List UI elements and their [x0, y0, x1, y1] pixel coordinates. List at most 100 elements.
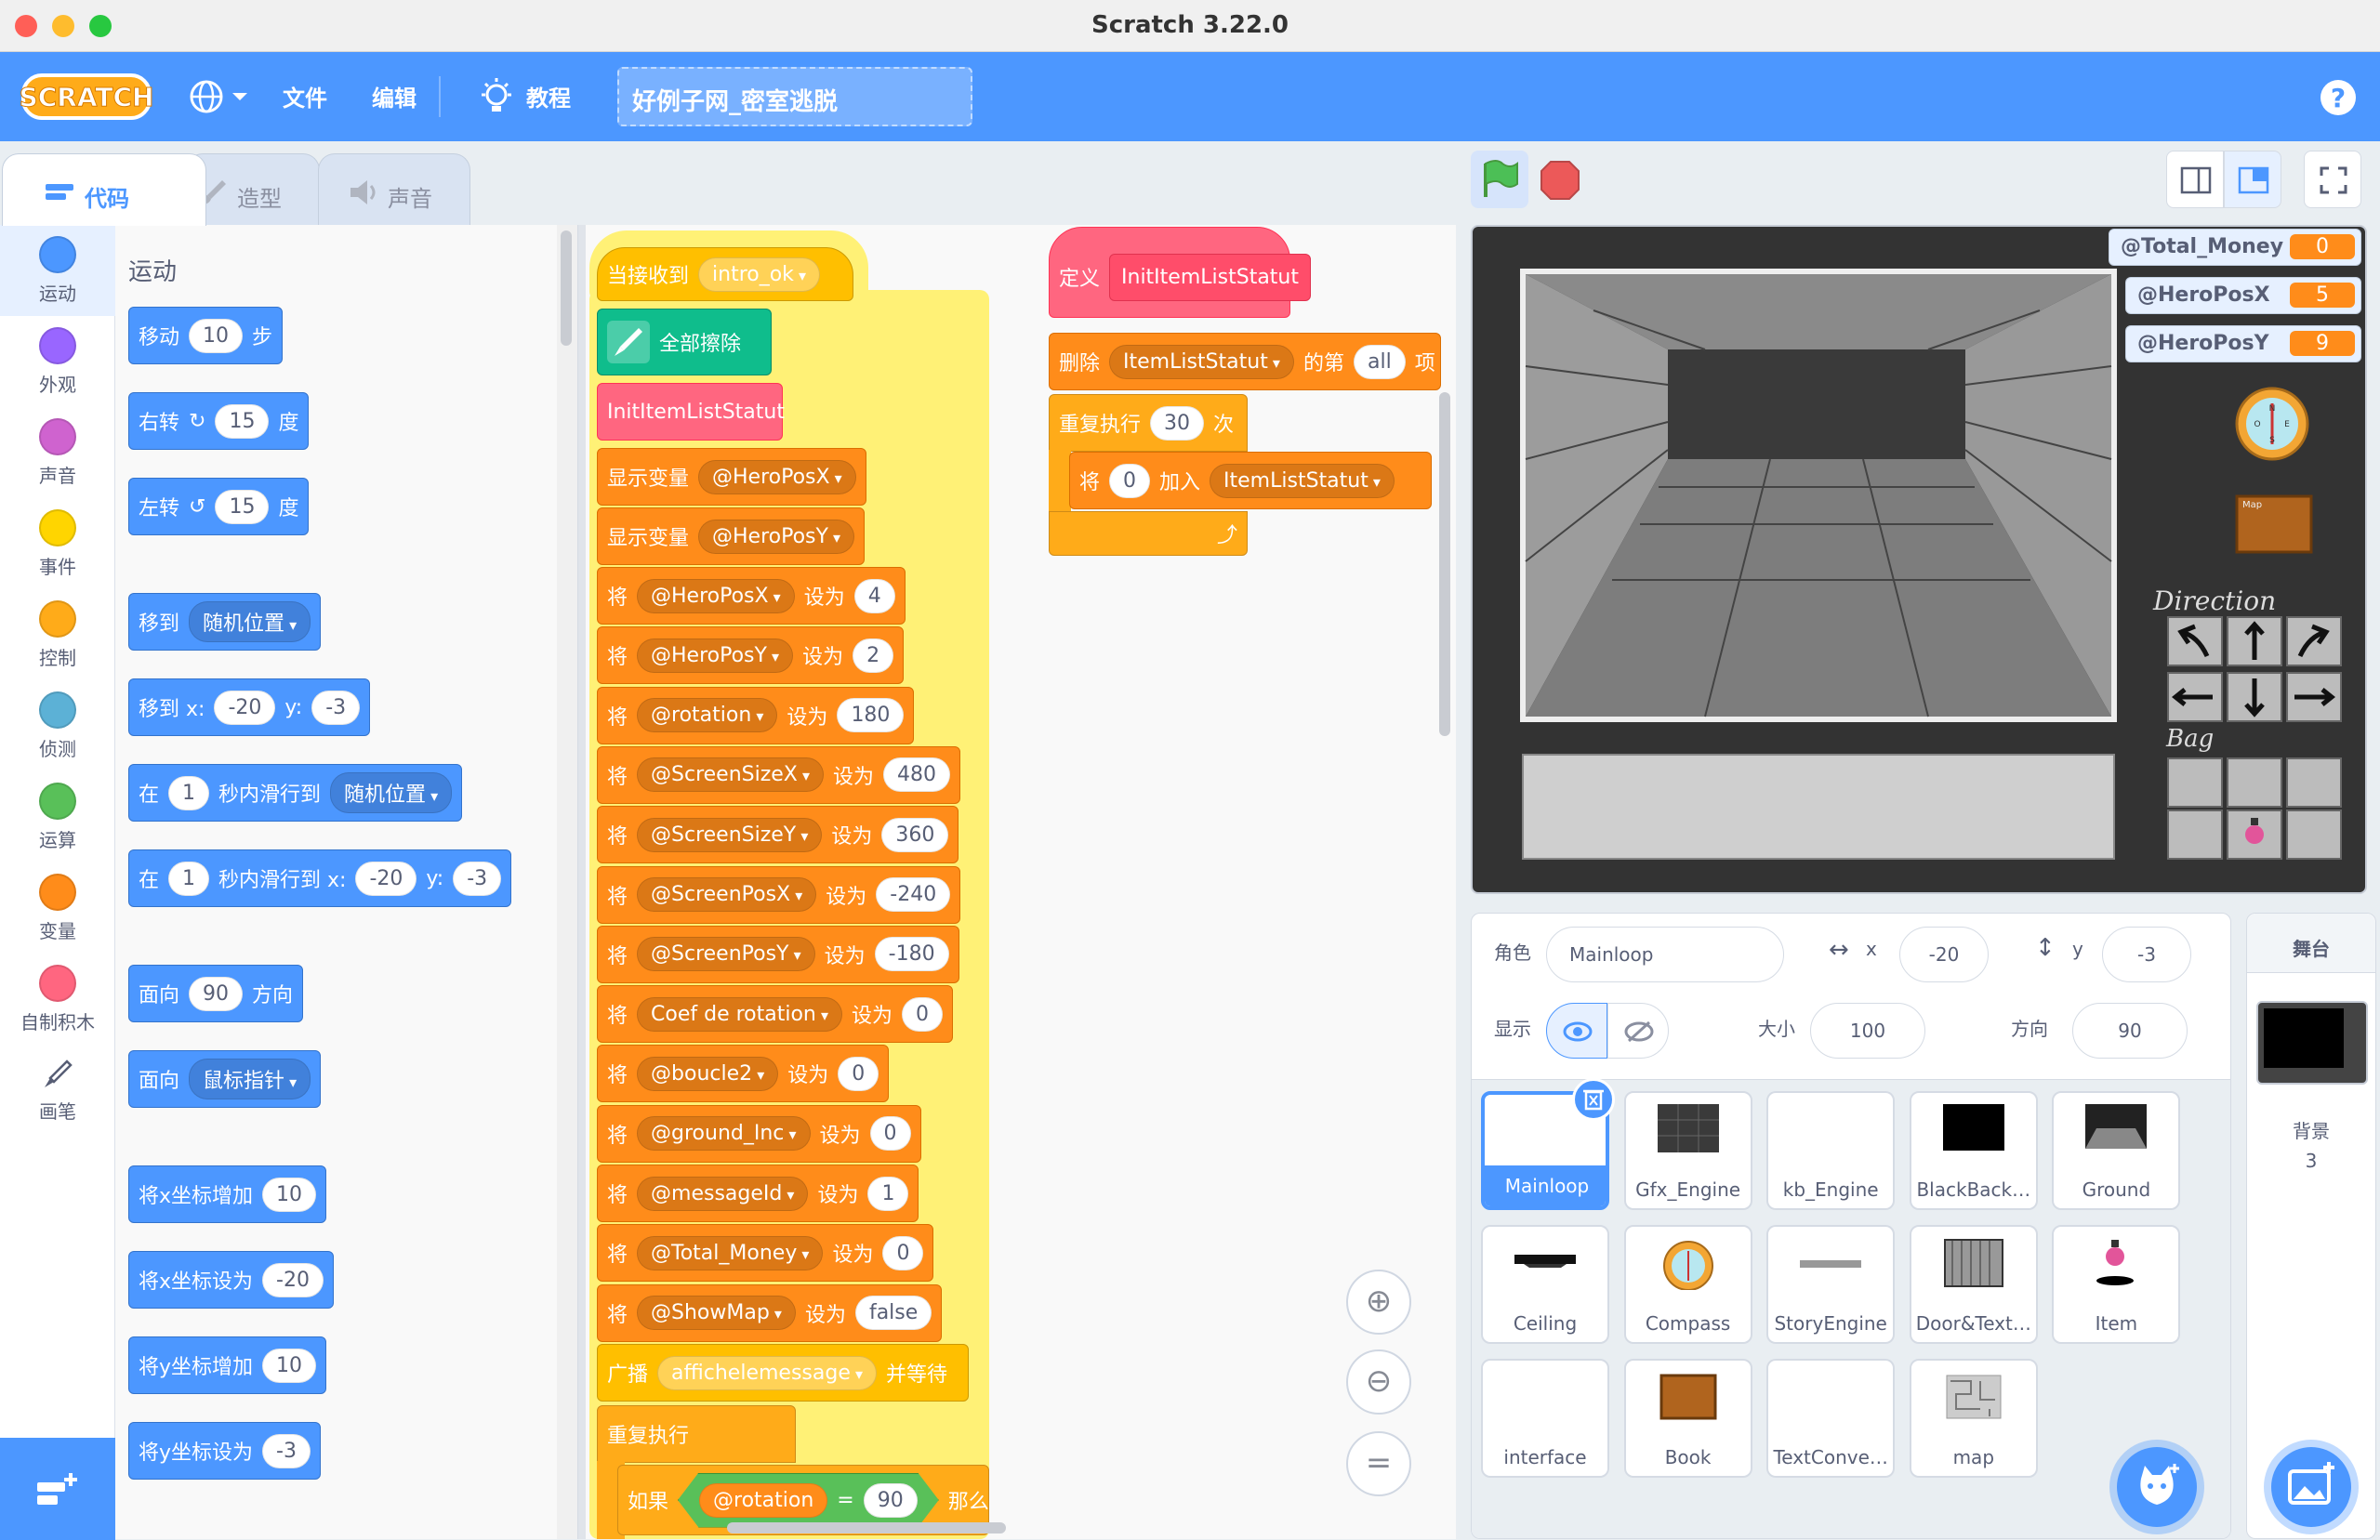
palette-scrollbar[interactable]: [557, 225, 577, 1539]
towards-dropdown[interactable]: 鼠标指针: [189, 1059, 311, 1099]
stage-thumbnail[interactable]: [2256, 1001, 2368, 1085]
move-steps-block[interactable]: 移动 10 步: [128, 307, 284, 364]
call-custom-block[interactable]: InitItemListStatut: [597, 383, 785, 441]
y-input[interactable]: -3: [453, 861, 502, 896]
repeat-count-input[interactable]: 30: [1150, 405, 1205, 441]
when-receive-hat-block[interactable]: 当接收到 intro_ok: [597, 247, 853, 301]
set-variable-block[interactable]: 将 @rotation 设为 180: [597, 686, 915, 744]
variable-dropdown[interactable]: @HeroPosY: [637, 638, 794, 673]
variable-dropdown[interactable]: @messageId: [637, 1176, 809, 1211]
help-icon[interactable]: ?: [2319, 78, 2358, 117]
value-input[interactable]: -20: [262, 1262, 324, 1297]
fullscreen-button[interactable]: [2304, 151, 2361, 208]
project-title-input[interactable]: 好例子网_密室逃脱: [617, 67, 972, 126]
turn-left-block[interactable]: 左转 ↺ 15 度: [128, 478, 310, 535]
repeat-block[interactable]: 重复执行 30 次: [1049, 394, 1248, 452]
turn-right-block[interactable]: 右转 ↻ 15 度: [128, 392, 310, 450]
sprite-y-input[interactable]: -3: [2102, 927, 2191, 982]
variable-dropdown[interactable]: @ShowMap: [637, 1296, 796, 1331]
value-input[interactable]: 0: [838, 1056, 879, 1091]
set-variable-block[interactable]: 将 @ground_Inc 设为 0: [597, 1104, 921, 1163]
point-direction-block[interactable]: 面向 90 方向: [128, 965, 304, 1022]
sprite-tile[interactable]: kb_Engine: [1766, 1091, 1896, 1210]
value-input[interactable]: 10: [262, 1177, 317, 1212]
sprite-tile[interactable]: Item: [2052, 1225, 2181, 1344]
stage-canvas[interactable]: N S O E Map Direction Bag @Total_Money 0…: [1471, 225, 2367, 894]
change-y-block[interactable]: 将y坐标增加 10: [128, 1336, 327, 1394]
show-variable-block[interactable]: 显示变量 @HeroPosY: [597, 507, 866, 565]
point-towards-block[interactable]: 面向 鼠标指针: [128, 1050, 322, 1108]
degrees-input[interactable]: 15: [215, 489, 270, 524]
sprite-tile[interactable]: BlackBack…: [1909, 1091, 2038, 1210]
show-variable-block[interactable]: 显示变量 @HeroPosX: [597, 448, 866, 506]
sprite-tile[interactable]: Ground: [2052, 1091, 2181, 1210]
value-input[interactable]: 2: [853, 638, 894, 673]
sprite-tile[interactable]: map: [1909, 1359, 2038, 1478]
workspace-horizontal-scrollbar[interactable]: [727, 1522, 1006, 1533]
set-variable-block[interactable]: 将 Coef de rotation 设为 0: [597, 985, 954, 1044]
goto-block[interactable]: 移到 随机位置: [128, 593, 322, 651]
tutorials-menu[interactable]: 教程: [526, 80, 571, 112]
category-1[interactable]: 外观: [0, 316, 115, 407]
variable-dropdown[interactable]: @Total_Money: [637, 1235, 824, 1270]
workspace-vertical-scrollbar[interactable]: [1439, 392, 1450, 736]
set-variable-block[interactable]: 将 @HeroPosY 设为 2: [597, 626, 905, 685]
value-input[interactable]: 0: [902, 996, 944, 1032]
category-8[interactable]: 自制积木: [0, 954, 115, 1045]
delete-sprite-button[interactable]: [1572, 1078, 1615, 1121]
sprite-x-input[interactable]: -20: [1899, 927, 1989, 982]
choose-backdrop-button[interactable]: [2271, 1447, 2351, 1527]
variable-dropdown[interactable]: @ScreenSizeX: [637, 757, 825, 793]
category-3[interactable]: 事件: [0, 498, 115, 589]
category-0[interactable]: 运动: [0, 225, 115, 316]
category-7[interactable]: 变量: [0, 862, 115, 954]
set-variable-block[interactable]: 将 @Total_Money 设为 0: [597, 1224, 934, 1283]
set-variable-block[interactable]: 将 @ScreenSizeY 设为 360: [597, 806, 959, 864]
direction-input[interactable]: 90: [189, 976, 244, 1011]
variable-dropdown[interactable]: @HeroPosX: [637, 578, 795, 613]
stop-icon[interactable]: [1538, 158, 1582, 203]
sprite-tile[interactable]: Book: [1623, 1359, 1752, 1478]
value-input[interactable]: 180: [837, 698, 905, 733]
category-9[interactable]: 画笔: [0, 1045, 115, 1136]
item-input[interactable]: 0: [1109, 463, 1151, 498]
large-stage-button[interactable]: [2224, 151, 2281, 208]
sprite-tile[interactable]: interface: [1481, 1359, 1609, 1478]
message-dropdown[interactable]: intro_ok: [698, 257, 821, 292]
list-dropdown[interactable]: ItemListStatut: [1210, 463, 1395, 498]
category-5[interactable]: 侦测: [0, 680, 115, 771]
goto-xy-block[interactable]: 移到 x: -20 y: -3: [128, 678, 371, 736]
y-input[interactable]: -3: [311, 690, 361, 725]
value-input[interactable]: 1: [867, 1176, 909, 1211]
set-variable-block[interactable]: 将 @HeroPosX 设为 4: [597, 567, 906, 625]
hide-sprite-button[interactable]: [1607, 1003, 1669, 1059]
zoom-in-button[interactable]: ⊕: [1346, 1270, 1411, 1335]
variable-dropdown[interactable]: @rotation: [637, 698, 778, 733]
degrees-input[interactable]: 15: [215, 403, 270, 439]
show-sprite-button[interactable]: [1546, 1003, 1607, 1059]
zoom-reset-button[interactable]: =: [1346, 1431, 1411, 1496]
set-x-block[interactable]: 将x坐标设为 -20: [128, 1251, 334, 1309]
value-input[interactable]: false: [854, 1296, 932, 1331]
category-6[interactable]: 运算: [0, 771, 115, 862]
value-input[interactable]: -240: [876, 877, 951, 912]
variable-monitor[interactable]: @HeroPosX 5: [2125, 277, 2361, 314]
set-variable-block[interactable]: 将 @ShowMap 设为 false: [597, 1283, 943, 1342]
set-variable-block[interactable]: 将 @ScreenPosY 设为 -180: [597, 925, 959, 983]
value-input[interactable]: 4: [853, 578, 895, 613]
seconds-input[interactable]: 1: [168, 861, 210, 896]
glide-xy-block[interactable]: 在 1 秒内滑行到 x: -20 y: -3: [128, 849, 512, 907]
stage-target-panel[interactable]: 舞台 背景 3: [2246, 913, 2376, 1539]
sprite-tile[interactable]: Door&Text…: [1909, 1225, 2038, 1344]
index-input[interactable]: all: [1353, 344, 1406, 379]
file-menu[interactable]: 文件: [283, 80, 327, 112]
list-dropdown[interactable]: ItemListStatut: [1109, 344, 1294, 379]
sprite-direction-input[interactable]: 90: [2072, 1003, 2188, 1059]
small-stage-button[interactable]: [2166, 151, 2224, 208]
value-input[interactable]: 480: [883, 757, 951, 793]
tab-sounds[interactable]: 声音: [318, 153, 470, 226]
sprite-tile[interactable]: Gfx_Engine: [1623, 1091, 1752, 1210]
variable-dropdown[interactable]: @ground_Inc: [637, 1116, 811, 1152]
add-extension-button[interactable]: [0, 1438, 115, 1540]
set-variable-block[interactable]: 将 @messageId 设为 1: [597, 1165, 919, 1222]
